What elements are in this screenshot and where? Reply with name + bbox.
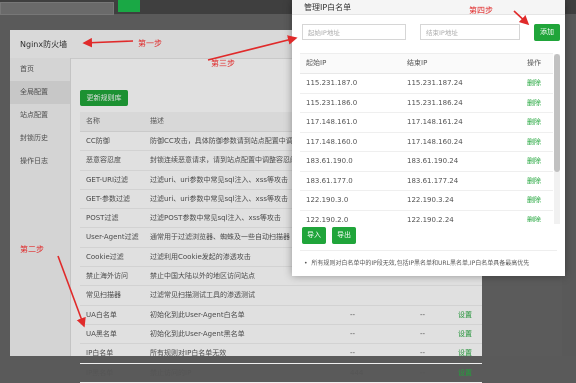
end-ip-cell: 115.231.186.24 — [407, 98, 463, 107]
rule-row: IP黑名单 禁止访问的IP 444 -- 设置 — [80, 364, 482, 383]
header-end-ip: 结束IP — [407, 59, 428, 67]
ip-row: 122.190.2.0 122.190.2.24 删除 — [300, 211, 553, 223]
ip-row: 117.148.160.0 117.148.160.24 删除 — [300, 133, 553, 152]
end-ip-cell: 122.190.2.24 — [407, 215, 454, 223]
end-ip-cell: 183.61.190.24 — [407, 157, 459, 165]
end-ip-input[interactable]: 结束IP地址 — [420, 24, 520, 40]
ip-row: 117.148.161.0 117.148.161.24 删除 — [300, 113, 553, 133]
rule-settings-link[interactable]: 设置 — [458, 364, 472, 382]
rule-desc: 禁止访问的IP — [150, 368, 192, 377]
start-ip-cell: 117.148.161.0 — [306, 118, 358, 126]
background-search-button — [118, 0, 140, 12]
step4-label: 第四步 — [469, 6, 493, 15]
delete-link[interactable]: 删除 — [527, 133, 541, 152]
delete-link[interactable]: 删除 — [527, 211, 541, 223]
rule-value-a: 444 — [350, 368, 364, 377]
delete-link[interactable]: 删除 — [527, 94, 541, 113]
start-ip-cell: 122.190.2.0 — [306, 215, 349, 223]
start-ip-cell: 115.231.187.0 — [306, 79, 358, 87]
step1-label: 第一步 — [138, 39, 162, 48]
delete-link[interactable]: 删除 — [527, 172, 541, 191]
modal-note-text: 所有规则对白名单中的IP段无效,包括IP黑名单和URL黑名单,IP白名单具备最高… — [311, 260, 530, 267]
modal-title: 管理IP白名单 — [304, 3, 352, 12]
start-ip-cell: 183.61.190.0 — [306, 157, 353, 165]
end-ip-cell: 117.148.161.24 — [407, 118, 463, 126]
step3-label: 第三步 — [211, 59, 235, 68]
rule-name: IP黑名单 — [86, 368, 114, 377]
ip-row: 183.61.177.0 183.61.177.24 删除 — [300, 172, 553, 191]
ip-table-scrollbar[interactable] — [554, 54, 560, 224]
start-ip-cell: 122.190.3.0 — [306, 196, 349, 204]
delete-link[interactable]: 删除 — [527, 191, 541, 210]
rule-value-b: -- — [420, 368, 426, 377]
background-search-input — [0, 2, 114, 15]
ip-table-header: 起始IP 结束IP 操作 — [300, 54, 553, 74]
export-button[interactable]: 导出 — [332, 227, 356, 244]
scrollbar-thumb[interactable] — [554, 54, 560, 172]
modal-note: • 所有规则对白名单中的IP段无效,包括IP黑名单和URL黑名单,IP白名单具备… — [304, 260, 530, 267]
import-button[interactable]: 导入 — [302, 227, 326, 244]
ip-row: 183.61.190.0 183.61.190.24 删除 — [300, 152, 553, 172]
ip-table: 起始IP 结束IP 操作 115.231.187.0 115.231.187.24… — [300, 53, 553, 222]
ip-whitelist-modal: 管理IP白名单 起始IP地址 结束IP地址 添加 起始IP 结束IP 操作 11… — [292, 0, 565, 276]
ip-row: 115.231.186.0 115.231.186.24 删除 — [300, 94, 553, 113]
ip-row: 115.231.187.0 115.231.187.24 删除 — [300, 74, 553, 94]
modal-divider — [300, 250, 557, 251]
end-ip-cell: 183.61.177.24 — [407, 176, 459, 185]
end-ip-cell: 122.190.3.24 — [407, 196, 454, 204]
end-ip-cell: 115.231.187.24 — [407, 79, 463, 87]
ip-row: 122.190.3.0 122.190.3.24 删除 — [300, 191, 553, 211]
header-operation: 操作 — [527, 59, 541, 67]
delete-link[interactable]: 删除 — [527, 74, 541, 93]
delete-link[interactable]: 删除 — [527, 113, 541, 132]
start-ip-cell: 115.231.186.0 — [306, 98, 358, 107]
start-ip-cell: 183.61.177.0 — [306, 176, 353, 185]
delete-link[interactable]: 删除 — [527, 152, 541, 171]
modal-title-bar: 管理IP白名单 — [292, 0, 565, 15]
end-ip-cell: 117.148.160.24 — [407, 137, 463, 146]
start-ip-input[interactable]: 起始IP地址 — [302, 24, 406, 40]
start-ip-cell: 117.148.160.0 — [306, 137, 358, 146]
header-start-ip: 起始IP — [306, 59, 327, 67]
step2-label: 第二步 — [20, 245, 44, 254]
add-button[interactable]: 添加 — [534, 24, 560, 41]
